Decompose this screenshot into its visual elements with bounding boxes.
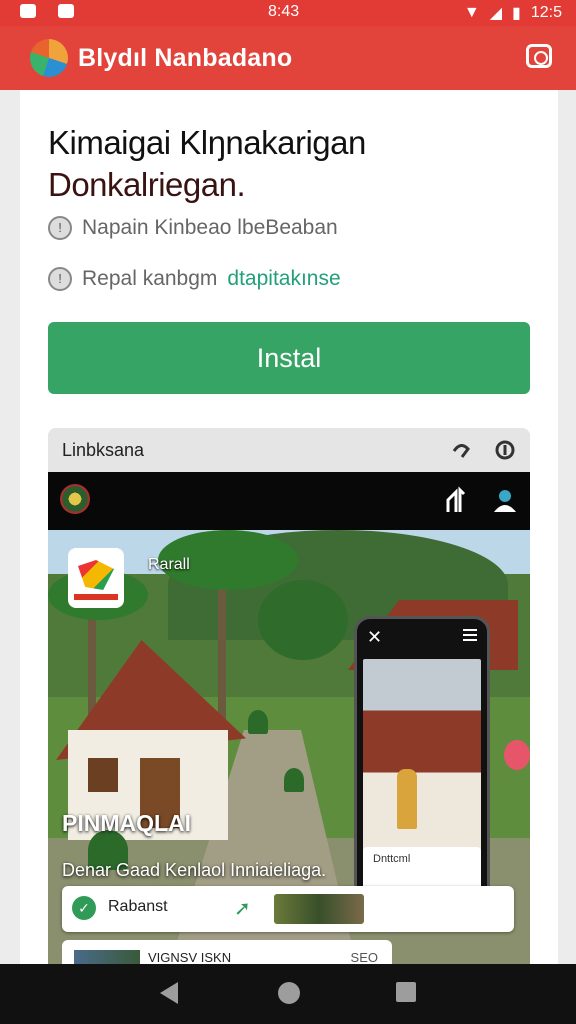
page-title-line1: Kimaigai Klŋnakarigan (48, 124, 366, 161)
app-title: Blydıl Nanbadano (78, 44, 293, 72)
info-text-1: Napain Kinbeao lbeBeaban (82, 216, 338, 239)
chart-icon[interactable] (444, 486, 468, 514)
app-logo-icon[interactable] (30, 39, 68, 77)
app-bar: Blydıl Nanbadano (0, 26, 576, 90)
home-icon[interactable] (278, 982, 300, 1004)
preview-toolbar (48, 472, 530, 530)
plant-pot (284, 768, 304, 792)
info-row-1: ! Napain Kinbeao lbeBeaban (48, 216, 338, 240)
close-icon[interactable]: ✕ (367, 627, 382, 648)
plant-pot (248, 710, 268, 734)
content-card: Kimaigai Klŋnakarigan Donkalriegan. ! Na… (20, 90, 558, 970)
info-link[interactable]: dtapitakınse (227, 267, 340, 291)
house-window (88, 758, 118, 792)
result-card-1-label: Rabanst (108, 898, 168, 915)
notification-icons (20, 4, 74, 18)
emblem-icon (60, 484, 90, 514)
menu-icon[interactable] (463, 629, 477, 641)
preview-heading: PINMAQLAI (62, 810, 192, 836)
info-text-2: Repal kanbgm (82, 267, 218, 290)
install-button[interactable]: Instal (48, 322, 530, 394)
result-card-2-number: SEO (350, 950, 378, 965)
result-card-1[interactable]: ✓ Rabanst ➚ (62, 886, 514, 932)
tree-shape (258, 580, 348, 660)
info-row-2: ! Repal kanbgm dtapitakınse (48, 267, 341, 291)
profile-icon[interactable] (492, 486, 518, 514)
battery-icon: ▮ (512, 5, 521, 22)
camera-icon[interactable] (526, 44, 552, 68)
status-bar: 8:43 ▼ ◢ ▮ 12:5 (0, 0, 576, 26)
info-icon: ! (48, 267, 72, 291)
app-badge-icon (68, 548, 124, 608)
person-figure (397, 769, 417, 829)
page-title-line2: Donkalriegan. (48, 166, 246, 203)
info-icon: ! (48, 216, 72, 240)
status-right: ▼ ◢ ▮ 12:5 (464, 3, 562, 23)
balloon-shape (504, 740, 530, 770)
status-time: 8:43 (268, 3, 300, 20)
status-clock: 12:5 (530, 4, 562, 21)
result-card-2-label: VIGNSV ISKN (148, 950, 232, 965)
preview-header: Linbksana (48, 428, 530, 472)
notification-icon (58, 4, 74, 18)
recent-apps-icon[interactable] (396, 982, 416, 1002)
scene-label: Rarall (148, 556, 190, 573)
preview-title: Linbksana (62, 439, 145, 460)
system-nav-bar (0, 964, 576, 1024)
phone-sheet-label: Dnttcml (373, 853, 411, 865)
heart-icon[interactable] (494, 439, 516, 461)
preview-panel: Linbksana Rarall PINMAQLAI Denar Gaad Ke… (48, 428, 530, 970)
phone-mockup: ✕ Dnttcml (354, 616, 490, 928)
signal-icon: ◢ (489, 5, 503, 22)
notification-icon (20, 4, 36, 18)
check-icon: ✓ (72, 896, 96, 920)
wifi-icon: ▼ (463, 4, 480, 21)
share-icon[interactable] (450, 439, 472, 461)
preview-image: Rarall PINMAQLAI Denar Gaad Kenlaol Inni… (48, 530, 530, 970)
arrow-icon[interactable]: ➚ (234, 896, 251, 921)
back-icon[interactable] (160, 982, 178, 1004)
preview-caption: Denar Gaad Kenlaol Inniaieliaga. (62, 860, 327, 880)
result-thumbnail (274, 894, 364, 924)
